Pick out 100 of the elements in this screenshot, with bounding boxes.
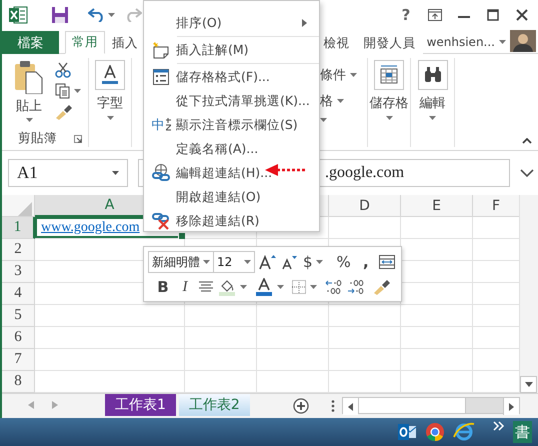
- table-cell[interactable]: [257, 305, 329, 327]
- scroll-down-icon[interactable]: [524, 382, 532, 387]
- add-sheet-icon[interactable]: [292, 398, 309, 414]
- scroll-thumb[interactable]: [358, 398, 466, 413]
- scissors-icon[interactable]: [55, 62, 71, 78]
- next-sheet-icon[interactable]: [52, 401, 58, 409]
- scroll-right-icon[interactable]: [509, 402, 514, 410]
- table-cell[interactable]: [257, 349, 329, 371]
- name-box[interactable]: A1: [8, 159, 128, 187]
- font-name-dropdown[interactable]: 新細明體: [148, 251, 214, 273]
- more-icon[interactable]: [330, 400, 335, 412]
- row-header[interactable]: 3: [2, 261, 35, 283]
- table-cell[interactable]: [401, 349, 473, 371]
- font-button[interactable]: 字型: [95, 58, 125, 120]
- menu-item[interactable]: 插入註解(M): [144, 38, 319, 62]
- caret-icon: [337, 99, 344, 103]
- row-header[interactable]: 6: [2, 327, 35, 349]
- align-center-icon[interactable]: [198, 281, 214, 293]
- currency-button[interactable]: $: [301, 252, 325, 272]
- account-menu[interactable]: wenhsien...: [422, 31, 510, 53]
- menu-item[interactable]: 編輯超連結(H)...: [144, 161, 319, 185]
- table-cell[interactable]: [185, 349, 257, 371]
- row-header[interactable]: 1: [2, 217, 35, 239]
- row-header[interactable]: 4: [2, 283, 35, 305]
- table-cell[interactable]: [329, 327, 401, 349]
- help-button[interactable]: ?: [396, 4, 416, 26]
- horizontal-scrollbar[interactable]: [342, 397, 520, 414]
- hyperlink[interactable]: www.google.com: [41, 220, 140, 236]
- table-cell[interactable]: [329, 305, 401, 327]
- vertical-scrollbar[interactable]: [519, 195, 538, 393]
- redo-icon[interactable]: [124, 8, 142, 22]
- ribbon-tab[interactable]: 常用: [65, 31, 105, 54]
- close-icon[interactable]: [516, 9, 528, 21]
- chevron-icon[interactable]: [493, 421, 505, 431]
- increase-decimal-icon[interactable]: [325, 279, 343, 295]
- styles-button[interactable]: 格: [320, 92, 344, 110]
- row-header[interactable]: 7: [2, 349, 35, 371]
- table-cell[interactable]: [185, 327, 257, 349]
- table-cell[interactable]: [35, 349, 185, 371]
- fill-handle[interactable]: [178, 232, 186, 240]
- row-header[interactable]: 8: [2, 371, 35, 393]
- save-icon[interactable]: [51, 6, 69, 24]
- font-size-dropdown[interactable]: 12: [213, 251, 255, 273]
- maximize-icon[interactable]: [487, 9, 499, 21]
- decrease-decimal-icon[interactable]: [347, 279, 365, 295]
- row-header[interactable]: 2: [2, 239, 35, 261]
- caret-icon: [108, 13, 115, 17]
- row-header[interactable]: 5: [2, 305, 35, 327]
- menu-item[interactable]: 排序(O): [144, 11, 319, 35]
- caret-icon: [240, 285, 247, 289]
- table-cell[interactable]: [257, 327, 329, 349]
- merge-cells-icon[interactable]: [378, 255, 395, 269]
- fill-color-icon[interactable]: [218, 278, 236, 296]
- table-cell[interactable]: [401, 327, 473, 349]
- table-cell[interactable]: [329, 217, 401, 239]
- grow-font-icon[interactable]: [259, 254, 277, 270]
- undo-icon[interactable]: [88, 8, 106, 22]
- collapse-ribbon-icon[interactable]: [522, 138, 532, 144]
- table-cell[interactable]: [35, 327, 185, 349]
- table-cell[interactable]: [401, 305, 473, 327]
- sheet-tab[interactable]: 工作表2: [178, 394, 250, 416]
- editing-button[interactable]: 編輯: [418, 58, 448, 120]
- expand-formula-icon[interactable]: [520, 169, 534, 177]
- format-painter-icon[interactable]: [55, 104, 73, 120]
- table-cell[interactable]: [35, 305, 185, 327]
- column-header[interactable]: E: [401, 195, 473, 217]
- cells-button[interactable]: 儲存格: [370, 58, 408, 120]
- table-cell[interactable]: [185, 305, 257, 327]
- menu-item[interactable]: 定義名稱(A)...: [144, 137, 319, 161]
- bold-button[interactable]: B: [154, 277, 172, 297]
- percent-button[interactable]: %: [334, 252, 353, 272]
- table-icon: [379, 65, 399, 85]
- dialog-launcher-icon[interactable]: [74, 134, 82, 142]
- scroll-left-icon[interactable]: [348, 402, 353, 410]
- shrink-font-icon[interactable]: [281, 254, 297, 270]
- copy-button[interactable]: [55, 83, 81, 99]
- browser-icon[interactable]: [425, 422, 445, 442]
- menu-item[interactable]: 儲存格格式(F)...: [144, 65, 319, 89]
- font-color-icon[interactable]: [255, 278, 273, 296]
- italic-button[interactable]: I: [176, 277, 194, 297]
- menu-item[interactable]: 中 顯示注音標示欄位(S): [144, 113, 319, 137]
- menu-item[interactable]: 從下拉式清單挑選(K)...: [144, 89, 319, 113]
- globe-e-icon[interactable]: [453, 422, 475, 442]
- styles-button[interactable]: 條件: [320, 66, 357, 84]
- ribbon-display-icon[interactable]: [428, 9, 442, 21]
- previous-sheet-icon[interactable]: [28, 401, 34, 409]
- borders-icon[interactable]: [292, 280, 306, 294]
- select-all-button[interactable]: [2, 195, 35, 217]
- mail-app-icon[interactable]: [397, 423, 417, 441]
- paste-button[interactable]: 貼上: [9, 60, 49, 122]
- sheet-tab[interactable]: 工作表1: [105, 394, 176, 416]
- format-painter-icon[interactable]: [373, 279, 391, 295]
- file-tab[interactable]: 檔案: [2, 31, 59, 54]
- table-cell[interactable]: [401, 217, 473, 239]
- column-header[interactable]: F: [473, 195, 519, 217]
- comma-button[interactable]: ,: [356, 252, 375, 272]
- excel-logo-icon[interactable]: [8, 6, 28, 24]
- column-header[interactable]: D: [329, 195, 401, 217]
- table-cell[interactable]: [329, 349, 401, 371]
- input-method-indicator[interactable]: 書: [513, 421, 532, 443]
